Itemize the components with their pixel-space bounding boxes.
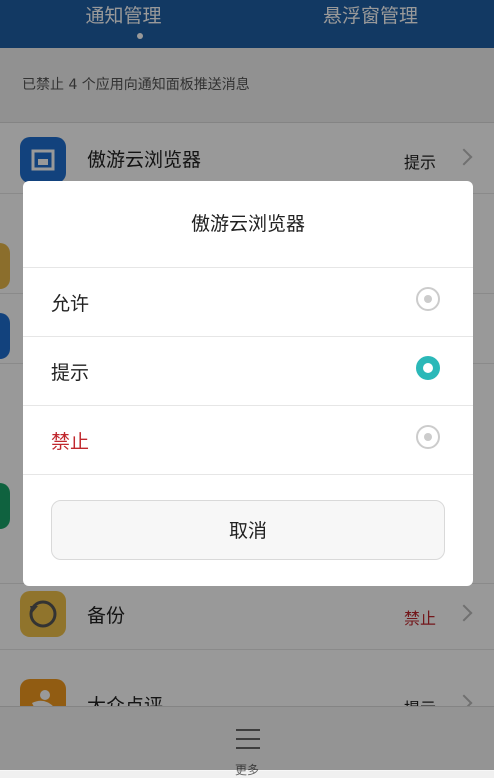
radio-forbid[interactable] xyxy=(416,425,440,449)
dialog-title: 傲游云浏览器 xyxy=(23,181,473,268)
radio-prompt[interactable] xyxy=(416,356,440,380)
option-allow[interactable]: 允许 xyxy=(23,267,473,337)
option-label: 提示 xyxy=(51,362,90,384)
radio-allow[interactable] xyxy=(416,287,440,311)
notification-setting-dialog: 傲游云浏览器 允许 提示 禁止 取消 xyxy=(23,181,473,586)
option-forbid[interactable]: 禁止 xyxy=(23,405,473,475)
cancel-button[interactable]: 取消 xyxy=(51,500,445,560)
option-label: 禁止 xyxy=(51,431,90,453)
option-prompt[interactable]: 提示 xyxy=(23,336,473,406)
option-label: 允许 xyxy=(51,293,90,315)
